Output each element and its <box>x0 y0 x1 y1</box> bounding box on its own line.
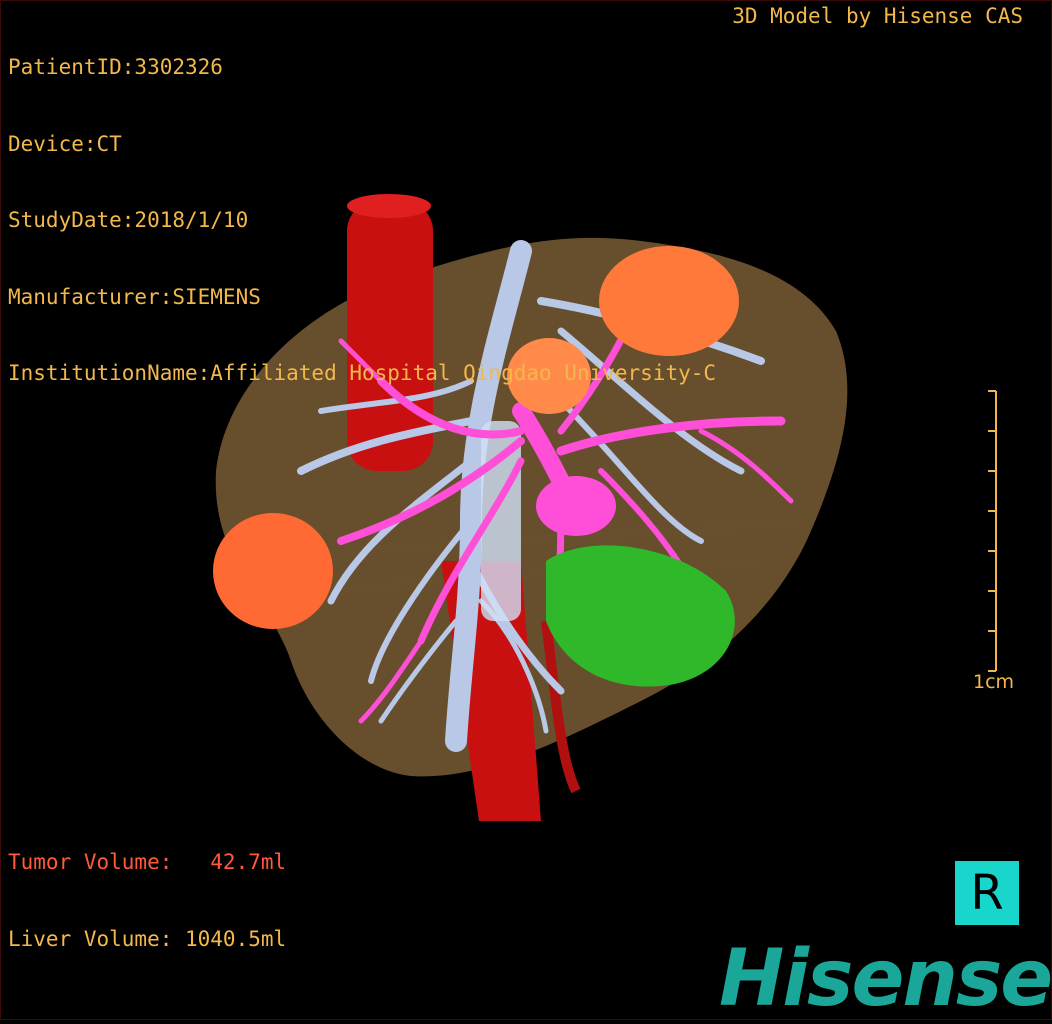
orientation-marker[interactable]: R <box>955 861 1019 925</box>
study-date: StudyDate:2018/1/10 <box>8 208 249 232</box>
manufacturer: Manufacturer:SIEMENS <box>8 284 261 309</box>
hisense-logo: Hisense <box>719 934 1052 1024</box>
3d-viewport[interactable]: PatientID:3302326 Device:CT StudyDate:20… <box>0 0 1052 1020</box>
liver-volume: Liver Volume: 1040.5ml <box>8 926 287 951</box>
tumor-volume: Tumor Volume: 42.7ml <box>8 850 287 874</box>
scale-bar <box>988 390 997 672</box>
institution-name: InstitutionName:Affiliated Hospital Qing… <box>8 361 717 385</box>
device: Device:CT <box>8 131 122 156</box>
patient-info: PatientID:3302326 Device:CT StudyDate:20… <box>8 4 716 438</box>
volume-readout: Tumor Volume: 42.7ml Liver Volume: 1040.… <box>8 799 286 1003</box>
patient-id: PatientID:3302326 <box>8 55 223 79</box>
tumor-left <box>213 513 333 629</box>
model-credit: 3D Model by Hisense CAS <box>732 4 1023 28</box>
scale-bar-label: 1cm <box>973 671 1015 693</box>
